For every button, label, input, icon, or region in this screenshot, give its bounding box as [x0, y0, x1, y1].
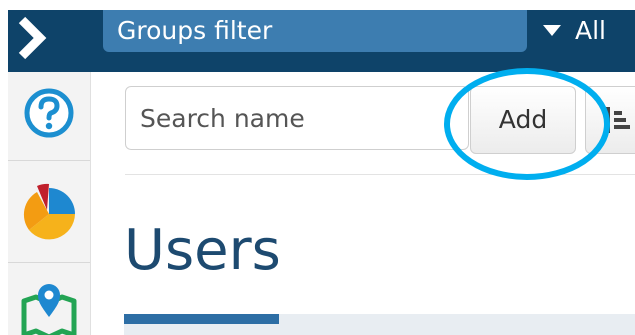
caret-down-icon — [543, 24, 561, 36]
groups-filter-input[interactable]: Groups filter — [103, 10, 527, 52]
pie-chart-icon — [23, 183, 75, 240]
sidebar-divider — [8, 160, 90, 161]
sidebar-item-reports[interactable] — [8, 172, 90, 252]
all-groups-dropdown[interactable]: All — [543, 10, 606, 52]
help-icon — [24, 88, 74, 138]
menu-chevron-icon[interactable] — [16, 16, 48, 60]
search-name-input[interactable] — [125, 86, 469, 150]
page-title: Users — [124, 218, 281, 283]
sidebar — [8, 72, 91, 335]
all-groups-label: All — [575, 16, 606, 45]
active-tab-indicator[interactable] — [124, 314, 279, 324]
app-frame: Groups filter All Search name Add Users — [0, 0, 635, 335]
sidebar-item-map[interactable] — [8, 272, 90, 335]
sidebar-divider — [8, 262, 90, 263]
highlight-ellipse-annotation — [444, 68, 610, 180]
sidebar-item-help[interactable] — [8, 78, 90, 148]
map-pin-icon — [21, 284, 77, 335]
top-bar: Groups filter All — [8, 10, 635, 72]
